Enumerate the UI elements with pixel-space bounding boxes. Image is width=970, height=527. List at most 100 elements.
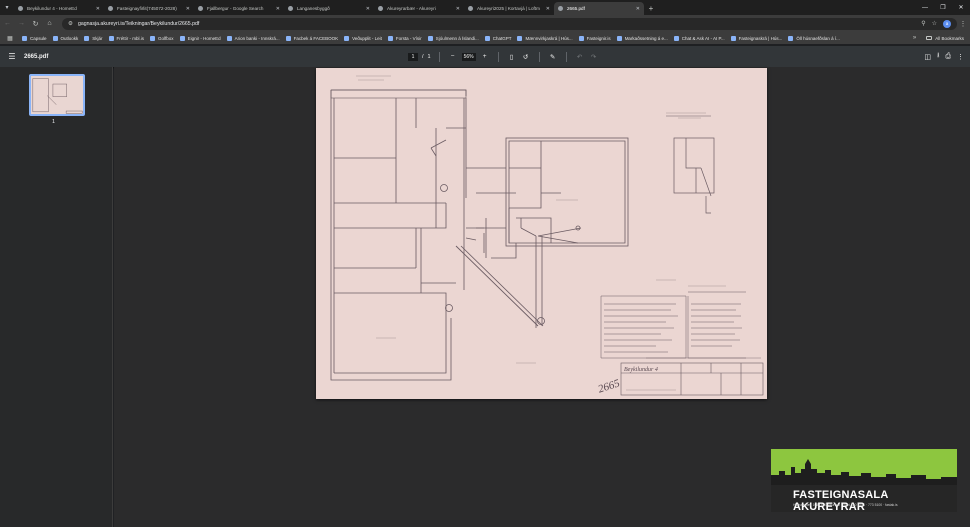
ad-contact-line: Hafnarstræti 108 · 600 Akureyri · Sími 4… [793, 503, 898, 507]
rotate-icon[interactable]: ↺ [521, 53, 531, 61]
bookmark-item[interactable]: Golfbox [147, 33, 177, 43]
bookmark-favicon-icon [150, 35, 156, 41]
browser-tab-active[interactable]: 2665.pdf ✕ [554, 2, 644, 15]
bookmark-label: Facbek á FACEBOOK [293, 35, 339, 41]
browser-menu-icon[interactable]: ⋮ [957, 20, 969, 28]
zoom-out-icon[interactable]: − [448, 53, 458, 60]
minimize-icon[interactable]: — [916, 0, 934, 15]
print-icon[interactable]: ⎙ [945, 53, 951, 61]
bookmark-label: Veðupplit - Leit [352, 35, 382, 41]
bookmark-item[interactable]: Capsule [19, 33, 50, 43]
redo-icon[interactable]: ↷ [589, 53, 599, 61]
tab-close-icon[interactable]: ✕ [186, 6, 190, 12]
advertisement-banner[interactable]: FASTEIGNASALA AKUREYRAR Hafnarstræti 108… [771, 449, 957, 512]
more-bookmarks-icon[interactable]: » [913, 35, 916, 41]
address-bar[interactable]: ⚙ gagnasja.akureyri.is/Teikningar/Beykil… [62, 17, 957, 30]
bookmark-label: Markaðssetning á e... [624, 35, 668, 41]
tab-close-icon[interactable]: ✕ [276, 6, 280, 12]
tab-title: Akureyri2025 | Kortavjá | Loftm [477, 6, 540, 11]
bookmark-item[interactable]: Forsta - Vísir [385, 33, 425, 43]
download-icon[interactable]: ⭳ [937, 51, 939, 62]
tab-favicon-icon [108, 6, 113, 11]
sidebar-toggle-icon[interactable]: ☰ [0, 52, 24, 61]
close-window-icon[interactable]: ✕ [952, 0, 970, 15]
apps-grid-icon[interactable]: ▦ [4, 35, 16, 42]
bookmark-label: Arion banki - Innskrá... [234, 35, 280, 41]
forward-icon[interactable]: → [15, 17, 28, 30]
save-as-icon[interactable]: ◫ [924, 53, 931, 61]
bookmark-item[interactable]: Markaðssetning á e... [614, 33, 671, 43]
bookmark-item[interactable]: Fasteignaskrá | Hús... [728, 33, 786, 43]
new-tab-button[interactable]: + [644, 2, 658, 15]
site-info-icon[interactable]: ⚙ [68, 21, 73, 27]
tab-favicon-icon [558, 6, 563, 11]
page-thumbnail[interactable] [29, 74, 85, 116]
bookmark-label: Fasteignir.is [586, 35, 611, 41]
browser-toolbar: ← → ↻ ⌂ ⚙ gagnasja.akureyri.is/Teikninga… [0, 15, 970, 32]
browser-tab[interactable]: Beykilundur 4 - HomeEd ✕ [14, 2, 104, 15]
bookmark-favicon-icon [616, 35, 622, 41]
pdf-sidebar: 1 [0, 67, 113, 527]
more-actions-icon[interactable]: ⋮ [957, 53, 964, 61]
bookmark-item[interactable]: Outlookk [50, 33, 82, 43]
bookmark-item[interactable]: Veðupplit - Leit [341, 33, 385, 43]
bookmark-favicon-icon [285, 35, 291, 41]
bookmark-item[interactable]: ChatGPT [482, 33, 515, 43]
bookmark-item[interactable]: Facbek á FACEBOOK [283, 33, 342, 43]
home-icon[interactable]: ⌂ [43, 17, 56, 30]
browser-tab[interactable]: Akureyrarbær - Akureyri ✕ [374, 2, 464, 15]
zoom-in-icon[interactable]: + [480, 53, 490, 60]
browser-tab[interactable]: Fasteignayfirlit(745072-2028) ✕ [104, 2, 194, 15]
bookmark-star-icon[interactable]: ☆ [932, 20, 937, 27]
tab-close-icon[interactable]: ✕ [546, 6, 550, 12]
thumbnail-drawing [32, 78, 83, 114]
bookmark-item[interactable]: Chat & Ask AI - AI P... [671, 33, 728, 43]
tab-favicon-icon [288, 6, 293, 11]
zoom-search-icon[interactable]: ⚲ [921, 20, 925, 27]
bookmark-item[interactable]: Sjóulmenn á Íslandi... [425, 33, 482, 43]
tab-close-icon[interactable]: ✕ [96, 6, 100, 12]
browser-tab[interactable]: Fjallbergur - Google Search ✕ [194, 2, 284, 15]
tab-favicon-icon [198, 6, 203, 11]
bookmark-label: Chat & Ask AI - AI P... [681, 35, 725, 41]
pdf-viewer[interactable]: Beykilundur 4 2665 FASTEIGNASALA AKUREYR… [114, 67, 970, 527]
bookmark-item[interactable]: Mænnvirkjaskrá | Hús... [514, 33, 575, 43]
zoom-input[interactable]: 56% [461, 52, 476, 61]
bookmark-favicon-icon [578, 35, 584, 41]
undo-icon[interactable]: ↶ [575, 53, 585, 61]
tab-search-icon[interactable]: ▾ [0, 0, 14, 15]
bookmark-item[interactable]: Fréttir - mbl.is [106, 33, 148, 43]
paper-background [316, 68, 767, 399]
ad-company-name: FASTEIGNASALA AKUREYRAR [793, 489, 889, 512]
annotate-icon[interactable]: ✎ [548, 53, 558, 61]
pdf-page[interactable]: Beykilundur 4 2665 [316, 68, 767, 399]
tab-favicon-icon [378, 6, 383, 11]
bookmark-item[interactable]: Arion banki - Innskrá... [224, 33, 283, 43]
bookmark-item[interactable]: Öll húsnaefðslan á í... [785, 33, 843, 43]
tab-close-icon[interactable]: ✕ [636, 6, 640, 12]
bookmark-favicon-icon [52, 35, 58, 41]
profile-avatar[interactable]: a [943, 19, 951, 28]
restore-icon[interactable]: ❐ [934, 0, 952, 15]
total-pages: 1 [427, 53, 431, 60]
all-bookmarks-button[interactable]: All Bookmarks [926, 36, 964, 41]
bookmark-item[interactable]: Fasteignir.is [576, 33, 614, 43]
browser-tab[interactable]: Akureyri2025 | Kortavjá | Loftm ✕ [464, 2, 554, 15]
window-controls: — ❐ ✕ [916, 0, 970, 15]
page-number-input[interactable]: 1 [408, 52, 418, 61]
reload-icon[interactable]: ↻ [29, 17, 42, 30]
bookmark-favicon-icon [517, 35, 523, 41]
bookmark-label: Capsule [30, 35, 47, 41]
bookmark-item[interactable]: Eignir - HomeEd [177, 33, 224, 43]
tab-title: Akureyrarbær - Akureyri [387, 6, 436, 11]
bookmark-item[interactable]: Skjár [81, 33, 105, 43]
bookmark-favicon-icon [226, 35, 232, 41]
fit-page-icon[interactable]: ▯ [507, 53, 517, 61]
back-icon[interactable]: ← [1, 17, 14, 30]
bookmark-favicon-icon [788, 35, 794, 41]
bookmark-favicon-icon [84, 35, 90, 41]
thumbnail-page-number: 1 [52, 119, 56, 125]
browser-tab[interactable]: Langanesbyggð ✕ [284, 2, 374, 15]
tab-close-icon[interactable]: ✕ [366, 6, 370, 12]
tab-close-icon[interactable]: ✕ [456, 6, 460, 12]
